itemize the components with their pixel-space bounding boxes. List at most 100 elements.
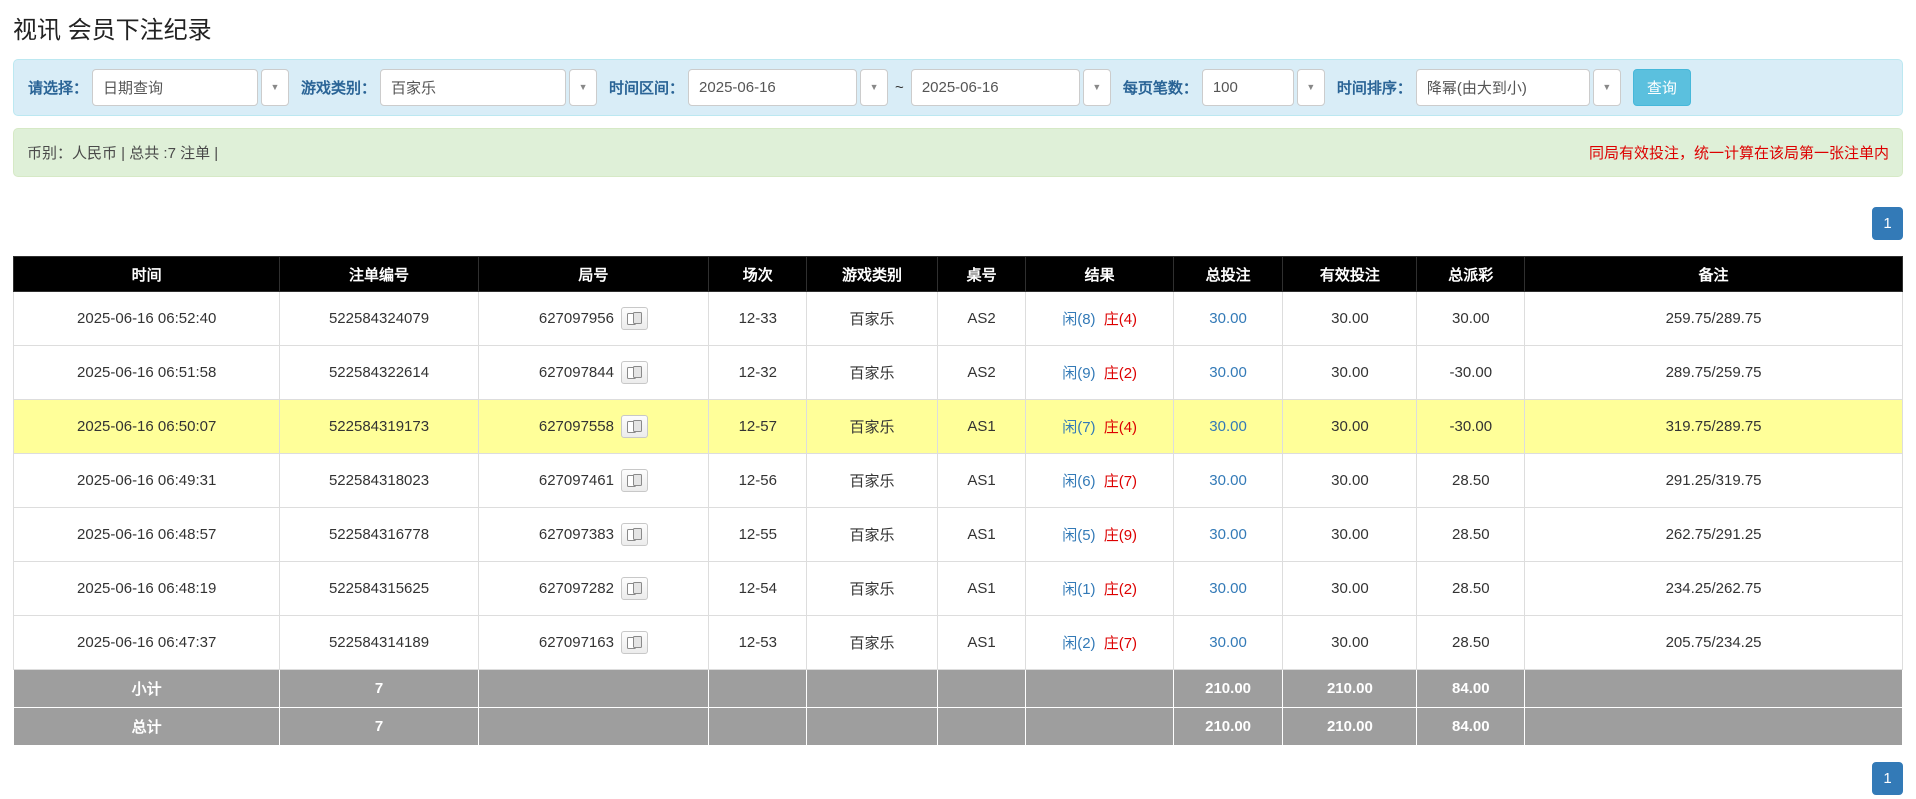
total-bet-link[interactable]: 30.00 — [1209, 526, 1247, 543]
page-button-1-bottom[interactable]: 1 — [1872, 762, 1903, 795]
filter-label-query-type: 请选择： — [28, 80, 89, 97]
footer-empty-cell — [477, 707, 710, 746]
footer-empty-cell — [1025, 669, 1174, 708]
date-from-value[interactable]: 2025-06-16 — [688, 69, 858, 106]
date-to-value[interactable]: 2025-06-16 — [910, 69, 1080, 106]
cell-time: 2025-06-16 06:48:57 — [12, 507, 281, 562]
total-bet-link[interactable]: 30.00 — [1209, 634, 1247, 651]
chevron-down-icon: ▼ — [1092, 82, 1102, 92]
cell-payout: -30.00 — [1416, 345, 1526, 400]
col-header-game-type: 游戏类别 — [806, 256, 938, 292]
cell-result: 闲(9) 庄(2) — [1025, 345, 1174, 400]
total-bet-link[interactable]: 30.00 — [1209, 418, 1247, 435]
table-row: 2025-06-16 06:50:07 522584319173 6270975… — [12, 399, 1903, 454]
cell-total-bet: 30.00 — [1172, 399, 1284, 454]
date-to-dropdown-toggle[interactable]: ▼ — [1082, 69, 1111, 106]
subtotal-total-bet: 210.00 — [1172, 669, 1284, 708]
cards-icon — [626, 582, 642, 595]
cell-result: 闲(5) 庄(9) — [1025, 507, 1174, 562]
game-type-dropdown-toggle[interactable]: ▼ — [569, 69, 598, 106]
view-round-cards-button[interactable] — [620, 577, 648, 600]
round-id-text: 627097282 — [538, 580, 614, 597]
bets-table: 时间 注单编号 局号 场次 游戏类别 桌号 结果 总投注 有效投注 总派彩 备注… — [12, 256, 1903, 746]
cell-round-id: 627097163 — [477, 615, 710, 670]
pagination-top: 1 — [13, 207, 1903, 240]
cell-session: 12-57 — [708, 399, 808, 454]
search-button[interactable]: 查询 — [1632, 69, 1691, 106]
cell-remark: 234.25/262.75 — [1524, 561, 1903, 616]
table-footer: 小计 7 210.00 210.00 84.00 总计 7 210.00 210… — [12, 669, 1903, 746]
cell-result: 闲(1) 庄(2) — [1025, 561, 1174, 616]
summary-note-text: 同局有效投注，统一计算在该局第一张注单内 — [1588, 145, 1889, 162]
cell-table-no: AS2 — [936, 291, 1027, 346]
cell-time: 2025-06-16 06:48:19 — [12, 561, 281, 616]
subtotal-row: 小计 7 210.00 210.00 84.00 — [12, 669, 1903, 708]
date-from-dropdown-toggle[interactable]: ▼ — [860, 69, 889, 106]
cell-table-no: AS1 — [936, 615, 1027, 670]
col-header-total-bet: 总投注 — [1172, 256, 1284, 292]
time-sort-value[interactable]: 降幂(由大到小) — [1415, 69, 1590, 106]
total-label: 总计 — [12, 707, 281, 746]
cell-valid-bet: 30.00 — [1282, 561, 1418, 616]
cell-bet-id: 522584316778 — [279, 507, 479, 562]
total-row: 总计 7 210.00 210.00 84.00 — [12, 707, 1903, 746]
filter-label-page-size: 每页笔数： — [1122, 80, 1198, 97]
table-body: 2025-06-16 06:52:40 522584324079 6270979… — [12, 291, 1903, 670]
total-total-bet: 210.00 — [1172, 707, 1284, 746]
cell-bet-id: 522584315625 — [279, 561, 479, 616]
cell-valid-bet: 30.00 — [1282, 507, 1418, 562]
cell-game-type: 百家乐 — [806, 453, 938, 508]
cell-session: 12-56 — [708, 453, 808, 508]
result-player: 闲(8) — [1062, 311, 1096, 328]
table-row: 2025-06-16 06:52:40 522584324079 6270979… — [12, 291, 1903, 346]
cell-total-bet: 30.00 — [1172, 345, 1284, 400]
cell-round-id: 627097282 — [477, 561, 710, 616]
result-banker: 庄(7) — [1103, 473, 1138, 490]
total-bet-link[interactable]: 30.00 — [1209, 472, 1247, 489]
cell-total-bet: 30.00 — [1172, 561, 1284, 616]
total-bet-link[interactable]: 30.00 — [1209, 310, 1247, 327]
subtotal-payout: 84.00 — [1416, 669, 1526, 708]
subtotal-valid-bet: 210.00 — [1282, 669, 1418, 708]
total-bet-link[interactable]: 30.00 — [1209, 580, 1247, 597]
chevron-down-icon: ▼ — [578, 82, 588, 92]
round-id-text: 627097844 — [538, 364, 614, 381]
footer-empty-cell — [477, 669, 710, 708]
query-type-value[interactable]: 日期查询 — [92, 69, 259, 106]
col-header-round-id: 局号 — [477, 256, 710, 292]
cell-remark: 291.25/319.75 — [1524, 453, 1903, 508]
view-round-cards-button[interactable] — [620, 415, 648, 438]
cell-total-bet: 30.00 — [1172, 453, 1284, 508]
subtotal-count: 7 — [279, 669, 479, 708]
cell-result: 闲(6) 庄(7) — [1025, 453, 1174, 508]
cell-game-type: 百家乐 — [806, 561, 938, 616]
game-type-value[interactable]: 百家乐 — [380, 69, 567, 106]
view-round-cards-button[interactable] — [620, 523, 648, 546]
view-round-cards-button[interactable] — [620, 307, 648, 330]
cell-payout: 28.50 — [1416, 561, 1526, 616]
cards-icon — [626, 528, 642, 541]
summary-totals-text: 币别：人民币 | 总共 :7 注单 | — [27, 145, 219, 162]
cell-table-no: AS1 — [936, 399, 1027, 454]
result-player: 闲(7) — [1062, 419, 1096, 436]
chevron-down-icon: ▼ — [1306, 82, 1316, 92]
page-size-dropdown-toggle[interactable]: ▼ — [1296, 69, 1325, 106]
cell-result: 闲(8) 庄(4) — [1025, 291, 1174, 346]
col-header-time: 时间 — [12, 256, 281, 292]
query-type-dropdown-toggle[interactable]: ▼ — [261, 69, 290, 106]
date-range-separator: ~ — [895, 79, 904, 96]
page-button-1[interactable]: 1 — [1872, 207, 1903, 240]
time-sort-dropdown-toggle[interactable]: ▼ — [1592, 69, 1621, 106]
footer-empty-cell — [1524, 669, 1903, 708]
cell-round-id: 627097461 — [477, 453, 710, 508]
page-size-value[interactable]: 100 — [1201, 69, 1294, 106]
cell-session: 12-33 — [708, 291, 808, 346]
view-round-cards-button[interactable] — [620, 469, 648, 492]
view-round-cards-button[interactable] — [620, 361, 648, 384]
total-bet-link[interactable]: 30.00 — [1209, 364, 1247, 381]
result-player: 闲(1) — [1062, 581, 1096, 598]
cell-round-id: 627097383 — [477, 507, 710, 562]
date-to-select: 2025-06-16 ▼ — [910, 69, 1111, 106]
view-round-cards-button[interactable] — [620, 631, 648, 654]
result-player: 闲(5) — [1062, 527, 1096, 544]
